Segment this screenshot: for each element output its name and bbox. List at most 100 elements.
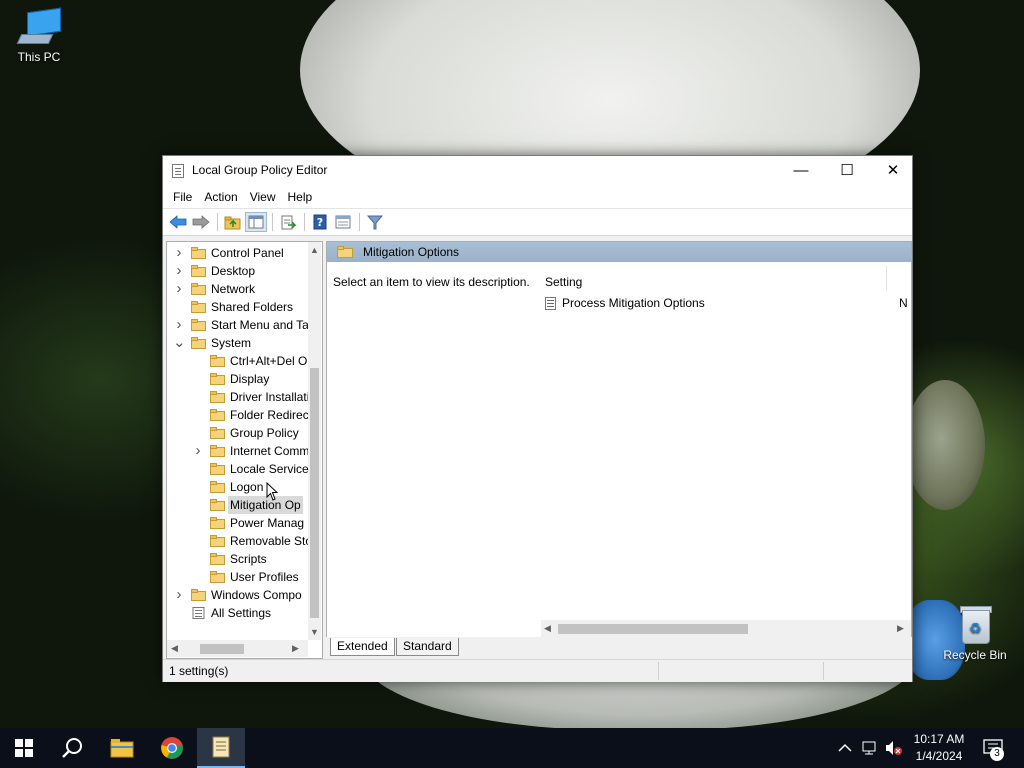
tree-item-label: Removable Sto xyxy=(230,534,308,548)
menu-help[interactable]: Help xyxy=(282,186,319,208)
desktop-icon-recycle-bin[interactable]: ♻ Recycle Bin xyxy=(940,604,1010,662)
tree-item-label: Windows Compo xyxy=(211,588,302,602)
tray-overflow-chevron-icon[interactable] xyxy=(838,728,852,768)
tree-item[interactable]: Ctrl+Alt+Del O xyxy=(167,352,308,370)
folder-icon xyxy=(191,589,206,601)
tree-item[interactable]: › Control Panel xyxy=(167,244,308,262)
filter-icon[interactable] xyxy=(364,212,386,232)
tree-item-label: System xyxy=(211,336,252,350)
column-header-setting[interactable]: Setting xyxy=(545,275,582,289)
chevron-down-icon[interactable]: ⌄ xyxy=(173,334,186,352)
chevron-right-icon[interactable]: › xyxy=(173,586,185,604)
tree-item[interactable]: Logon xyxy=(167,478,308,496)
scroll-left-arrow-icon[interactable]: ◀ xyxy=(544,623,551,634)
tree-item[interactable]: › Network xyxy=(167,280,308,298)
tree-item[interactable]: › Windows Compo xyxy=(167,586,308,604)
policy-document-icon xyxy=(212,736,230,758)
list-item[interactable]: Process Mitigation Options N xyxy=(541,293,911,313)
folder-icon xyxy=(191,265,206,277)
menu-view[interactable]: View xyxy=(244,186,282,208)
tree-item[interactable]: Shared Folders xyxy=(167,298,308,316)
taskbar: 10:17 AM 1/4/2024 xyxy=(0,728,1024,768)
tree-item[interactable]: Power Manag xyxy=(167,514,308,532)
settings-list: Setting Process Mitigation Options N xyxy=(541,266,911,638)
folder-icon xyxy=(191,301,206,313)
volume-muted-icon[interactable] xyxy=(885,728,903,768)
tree-item-label: Logon xyxy=(230,480,264,494)
navigation-tree: › Control Panel › Desktop › Network Shared Fol… xyxy=(167,242,308,640)
clock-time: 10:17 AM xyxy=(913,732,965,746)
settings-list-icon xyxy=(192,607,205,619)
tree-item[interactable]: User Profiles xyxy=(167,568,308,586)
column-divider[interactable] xyxy=(886,266,887,290)
tree-item[interactable]: Group Policy xyxy=(167,424,308,442)
folder-icon xyxy=(191,283,206,295)
tree-item[interactable]: Display xyxy=(167,370,308,388)
folder-icon xyxy=(210,517,225,529)
up-folder-icon[interactable] xyxy=(222,212,244,232)
tree-item[interactable]: Scripts xyxy=(167,550,308,568)
export-list-icon[interactable] xyxy=(277,212,299,232)
tree-item-label: Driver Installati xyxy=(230,390,308,404)
tree-item[interactable]: Removable Sto xyxy=(167,532,308,550)
tree-item[interactable]: Driver Installati xyxy=(167,388,308,406)
status-divider xyxy=(823,662,824,680)
start-button[interactable] xyxy=(0,728,48,768)
title-bar[interactable]: Local Group Policy Editor — ☐ ✕ xyxy=(163,156,912,186)
list-horizontal-scrollbar[interactable]: ◀ ▶ xyxy=(541,620,911,637)
properties-view-icon[interactable] xyxy=(332,212,354,232)
taskbar-clock[interactable]: 10:17 AM 1/4/2024 xyxy=(906,731,972,765)
folder-icon xyxy=(210,409,225,421)
mouse-cursor-icon xyxy=(266,482,279,501)
menu-action[interactable]: Action xyxy=(198,186,243,208)
back-icon[interactable] xyxy=(167,212,189,232)
tree-item-label: All Settings xyxy=(211,606,272,620)
chevron-right-icon[interactable]: › xyxy=(173,262,185,280)
search-button[interactable] xyxy=(48,728,96,768)
chevron-right-icon[interactable]: › xyxy=(192,442,204,460)
tree-item[interactable]: › Desktop xyxy=(167,262,308,280)
chevron-right-icon[interactable]: › xyxy=(173,316,185,334)
scroll-right-arrow-icon[interactable]: ▶ xyxy=(292,643,299,654)
chevron-right-icon[interactable]: › xyxy=(173,280,185,298)
chrome-button[interactable] xyxy=(148,728,196,768)
maximize-button[interactable]: ☐ xyxy=(824,156,870,186)
tree-item-label: Power Manag xyxy=(230,516,305,530)
close-button[interactable]: ✕ xyxy=(870,156,916,186)
scroll-left-arrow-icon[interactable]: ◀ xyxy=(171,643,178,654)
tree-horizontal-scrollbar[interactable]: ◀ ▶ xyxy=(167,640,308,657)
scroll-up-arrow-icon[interactable]: ▲ xyxy=(310,245,319,255)
chevron-right-icon[interactable]: › xyxy=(173,244,185,262)
tree-vertical-scroll-thumb[interactable] xyxy=(310,368,319,618)
scroll-right-arrow-icon[interactable]: ▶ xyxy=(897,623,904,634)
tree-item[interactable]: All Settings xyxy=(167,604,308,622)
tree-item[interactable]: Folder Redirec xyxy=(167,406,308,424)
tree-item[interactable]: ⌄ System xyxy=(167,334,308,352)
show-hide-tree-icon[interactable] xyxy=(245,212,267,232)
tree-item-label: Internet Comm xyxy=(230,444,308,458)
tree-item[interactable]: › Internet Comm xyxy=(167,442,309,460)
toolbar: ? xyxy=(163,209,912,236)
tree-item[interactable]: Mitigation Op xyxy=(167,496,308,514)
file-explorer-button[interactable] xyxy=(98,728,146,768)
tree-item[interactable]: Locale Service xyxy=(167,460,308,478)
tree-item-label: Ctrl+Alt+Del O xyxy=(230,354,308,368)
list-horizontal-scroll-thumb[interactable] xyxy=(558,624,748,634)
navigation-tree-pane[interactable]: › Control Panel › Desktop › Network Shared Fol… xyxy=(166,241,323,659)
tree-horizontal-scroll-thumb[interactable] xyxy=(200,644,244,654)
help-icon[interactable]: ? xyxy=(309,212,331,232)
tree-item[interactable]: › Start Menu and Ta xyxy=(167,316,309,334)
scroll-down-arrow-icon[interactable]: ▼ xyxy=(310,627,319,637)
tab-standard[interactable]: Standard xyxy=(396,638,459,656)
tree-vertical-scrollbar[interactable]: ▲ ▼ xyxy=(308,242,321,640)
tab-extended[interactable]: Extended xyxy=(330,638,395,656)
description-text: Select an item to view its description. xyxy=(333,275,530,289)
network-icon[interactable] xyxy=(862,728,880,768)
folder-icon xyxy=(210,535,225,547)
minimize-button[interactable]: — xyxy=(778,156,824,186)
forward-icon[interactable] xyxy=(190,212,212,232)
search-icon xyxy=(62,738,82,758)
taskbar-group-policy-editor[interactable] xyxy=(197,728,245,768)
menu-file[interactable]: File xyxy=(167,186,198,208)
desktop-icon-this-pc[interactable]: This PC xyxy=(4,7,74,64)
